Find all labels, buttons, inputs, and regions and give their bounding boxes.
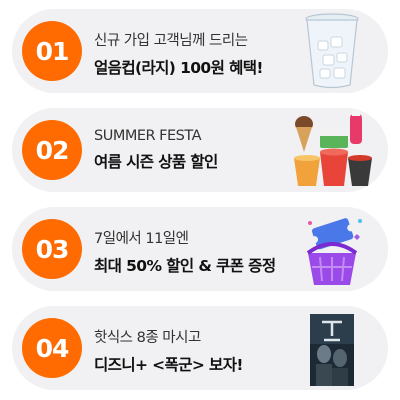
promotion-text: 신규 가입 고객님께 드리는 얼음컵(라지) 100원 혜택!: [94, 29, 294, 78]
promotion-card-3[interactable]: 03 7일에서 11일엔 최대 50% 할인 & 쿠폰 증정: [12, 207, 388, 291]
number-badge: 04: [22, 318, 82, 378]
number-badge: 01: [22, 21, 82, 81]
promotion-subtitle: SUMMER FESTA: [94, 128, 202, 144]
promotion-subtitle: 7일에서 11일엔: [94, 231, 189, 247]
ice-cup-image: [290, 11, 374, 91]
promotion-title: 얼음컵(라지) 100원 혜택!: [94, 59, 263, 77]
promotion-card-1[interactable]: 01 신규 가입 고객님께 드리는 얼음컵(라지) 100원 혜택!: [12, 9, 388, 93]
promotion-text: 핫식스 8종 마시고 디즈니+ <폭군> 보자!: [94, 326, 294, 375]
summer-products-image: [290, 110, 374, 190]
promotion-title: 여름 시즌 상품 할인: [94, 153, 218, 171]
promotion-subtitle: 핫식스 8종 마시고: [94, 330, 201, 346]
number-badge: 02: [22, 120, 82, 180]
movie-poster-image: [310, 314, 354, 386]
gift-basket-image: [290, 209, 374, 289]
number-badge: 03: [22, 219, 82, 279]
promotion-list: 01 신규 가입 고객님께 드리는 얼음컵(라지) 100원 혜택! 02 SU…: [0, 0, 400, 400]
promotion-title: 최대 50% 할인 & 쿠폰 증정: [94, 257, 276, 275]
promotion-card-2[interactable]: 02 SUMMER FESTA 여름 시즌 상품 할인: [12, 108, 388, 192]
promotion-text: SUMMER FESTA 여름 시즌 상품 할인: [94, 128, 294, 172]
promotion-text: 7일에서 11일엔 최대 50% 할인 & 쿠폰 증정: [94, 227, 294, 276]
promotion-title: 디즈니+ <폭군> 보자!: [94, 356, 243, 374]
promotion-subtitle: 신규 가입 고객님께 드리는: [94, 33, 248, 49]
promotion-card-4[interactable]: 04 핫식스 8종 마시고 디즈니+ <폭군> 보자!: [12, 306, 388, 390]
